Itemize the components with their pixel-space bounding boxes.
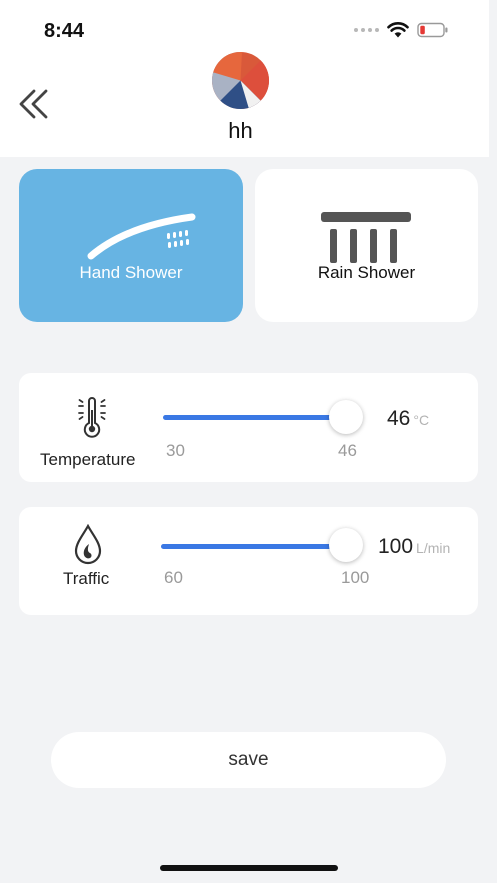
battery-icon — [417, 22, 448, 38]
cellular-signal-icon — [354, 28, 379, 32]
status-time: 8:44 — [44, 20, 85, 42]
rain-shower-icon — [321, 212, 411, 263]
temperature-panel: Temperature 30 46 46 °C — [19, 373, 478, 482]
traffic-value: 100 — [378, 535, 414, 558]
hand-shower-icon — [87, 213, 196, 260]
status-icons — [354, 22, 449, 38]
traffic-unit: L/min — [416, 540, 451, 556]
hand-shower-label: Hand Shower — [79, 263, 183, 282]
traffic-label: Traffic — [63, 569, 110, 588]
traffic-panel: Traffic 60 100 100 L/min — [19, 507, 478, 615]
temperature-max: 46 — [338, 441, 357, 460]
temperature-value: 46 — [387, 407, 411, 430]
traffic-max: 100 — [341, 568, 370, 587]
traffic-slider-track[interactable] — [161, 544, 347, 549]
save-button[interactable]: save — [51, 732, 446, 788]
back-chevron-icon[interactable] — [16, 86, 52, 122]
temperature-slider-thumb[interactable] — [329, 400, 363, 434]
traffic-min: 60 — [164, 568, 183, 587]
header-bar: 8:44 hh — [0, 0, 489, 157]
avatar-image — [212, 52, 269, 109]
temperature-label: Temperature — [40, 450, 136, 469]
temperature-min: 30 — [166, 441, 185, 460]
temperature-slider-track[interactable] — [163, 415, 346, 420]
wifi-icon — [387, 22, 409, 38]
home-indicator[interactable] — [160, 865, 338, 871]
avatar[interactable] — [212, 52, 269, 109]
rain-shower-label: Rain Shower — [317, 263, 416, 282]
traffic-value-readout: 100 L/min — [378, 535, 450, 559]
username-label: hh — [228, 118, 253, 143]
rain-shower-card[interactable]: Rain Shower — [255, 169, 478, 322]
water-drop-icon — [74, 524, 102, 565]
temperature-value-readout: 46 °C — [387, 407, 429, 431]
thermometer-icon — [78, 397, 106, 438]
hand-shower-card[interactable]: Hand Shower — [19, 169, 243, 322]
traffic-slider-thumb[interactable] — [329, 528, 363, 562]
temperature-unit: °C — [413, 412, 430, 428]
